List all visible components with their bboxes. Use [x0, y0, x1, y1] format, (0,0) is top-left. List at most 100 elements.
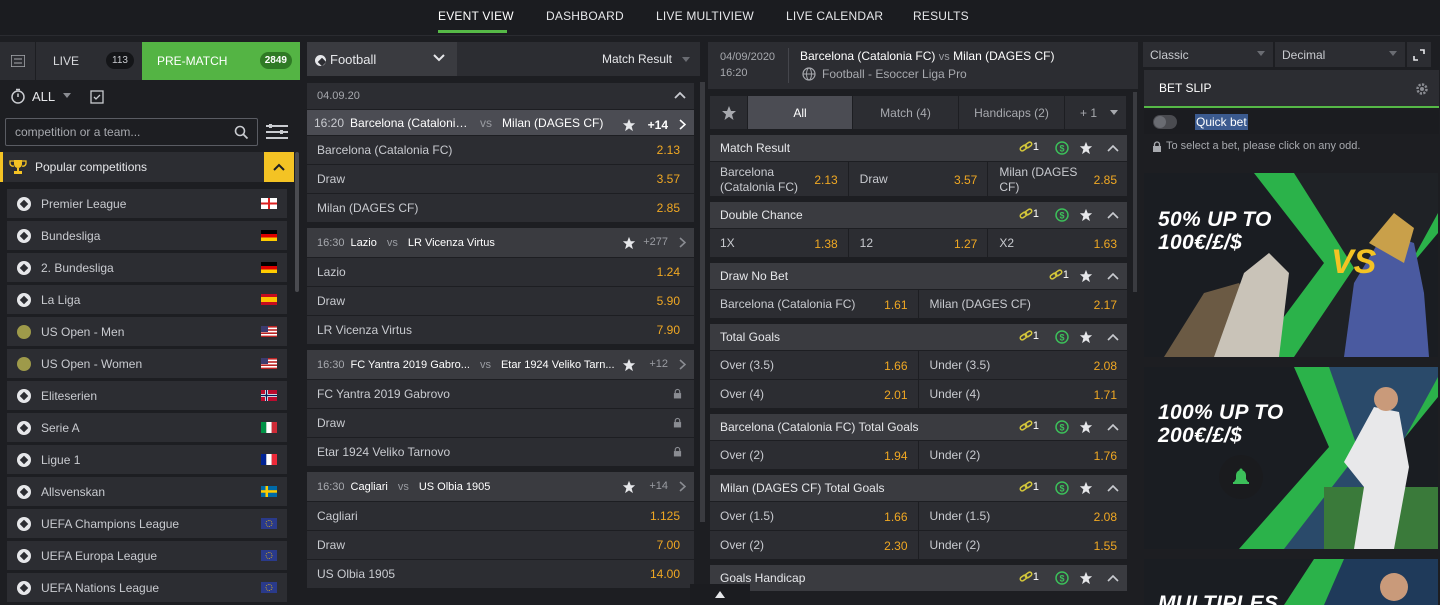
odds-value[interactable]: 3.57: [657, 172, 680, 186]
star-icon[interactable]: [1079, 420, 1093, 434]
market-header[interactable]: Double Chance 1 $: [710, 202, 1127, 228]
competition-item[interactable]: Ligue 1: [7, 445, 287, 474]
star-icon[interactable]: [1079, 330, 1093, 344]
chevron-up-icon[interactable]: [1107, 574, 1119, 582]
odds-value[interactable]: 2.85: [657, 201, 680, 215]
bet-builder-link-icon[interactable]: 1: [1019, 571, 1039, 583]
odds-button[interactable]: 1X 1.38: [710, 229, 849, 257]
odds-value[interactable]: 1.24: [657, 265, 680, 279]
competition-item[interactable]: UEFA Champions League: [7, 509, 287, 538]
tab-more[interactable]: + 1: [1065, 96, 1127, 129]
odds-button[interactable]: Draw 3.57: [849, 162, 989, 196]
scroll-to-top-button[interactable]: [690, 584, 750, 605]
odds-value[interactable]: 7.00: [657, 538, 680, 552]
odds-row[interactable]: Etar 1924 Veliko Tarnovo: [307, 438, 694, 466]
odds-button[interactable]: 12 1.27: [849, 229, 989, 257]
calendar-check-icon[interactable]: [90, 90, 104, 107]
event-header[interactable]: 16:30 Cagliari vs US Olbia 1905 +14: [307, 472, 694, 501]
more-markets-count[interactable]: +14: [649, 480, 668, 492]
odds-button[interactable]: Barcelona (Catalonia FC) 2.13: [710, 162, 849, 196]
competition-item[interactable]: Serie A: [7, 413, 287, 442]
competition-item[interactable]: 2. Bundesliga: [7, 253, 287, 282]
competition-item[interactable]: Premier League: [7, 189, 287, 218]
bet-builder-link-icon[interactable]: 1: [1019, 141, 1039, 153]
odds-button[interactable]: Under (1.5) 2.08: [919, 502, 1127, 530]
star-icon[interactable]: [622, 118, 636, 135]
bet-builder-link-icon[interactable]: 1: [1019, 330, 1039, 342]
odds-value[interactable]: 5.90: [657, 294, 680, 308]
odds-button[interactable]: Over (2) 2.30: [710, 531, 919, 559]
star-icon[interactable]: [622, 480, 636, 497]
tab-all[interactable]: All: [748, 96, 853, 129]
market-header[interactable]: Goals Handicap 1 $: [710, 565, 1127, 591]
odds-button[interactable]: Milan (DAGES CF) 2.85: [989, 162, 1128, 196]
competition-item[interactable]: Eliteserien: [7, 381, 287, 410]
competition-item[interactable]: US Open - Women: [7, 349, 287, 378]
promo-banner-2[interactable]: 100% UP TO 200€/£/$: [1144, 367, 1438, 549]
event-header[interactable]: 16:30 Lazio vs LR Vicenza Virtus +277: [307, 228, 694, 257]
tab-dashboard[interactable]: DASHBOARD: [546, 9, 624, 23]
star-icon[interactable]: [622, 358, 636, 375]
odds-button[interactable]: Over (2) 1.94: [710, 441, 919, 469]
date-group-header[interactable]: 04.09.20: [307, 83, 694, 109]
chevron-up-icon[interactable]: [1107, 484, 1119, 492]
live-tab[interactable]: LIVE 113: [36, 42, 142, 80]
star-icon[interactable]: [1079, 481, 1093, 495]
competition-item[interactable]: UEFA Europa League: [7, 541, 287, 570]
chevron-right-icon[interactable]: [679, 359, 687, 373]
odds-row[interactable]: Draw 3.57: [307, 165, 694, 193]
odds-button[interactable]: Over (1.5) 1.66: [710, 502, 919, 530]
odds-button[interactable]: X2 1.63: [989, 229, 1128, 257]
tab-match[interactable]: Match (4): [853, 96, 959, 129]
odds-format-select[interactable]: Decimal: [1275, 42, 1405, 67]
odds-button[interactable]: Milan (DAGES CF) 2.17: [919, 290, 1127, 318]
odds-button[interactable]: Under (2) 1.55: [919, 531, 1127, 559]
competition-item[interactable]: US Open - Men: [7, 317, 287, 346]
detail-scrollbar[interactable]: [1133, 92, 1137, 292]
tab-results[interactable]: RESULTS: [913, 9, 969, 23]
odds-row[interactable]: US Olbia 1905 14.00: [307, 560, 694, 588]
more-markets-count[interactable]: +277: [643, 236, 668, 248]
odds-button[interactable]: Barcelona (Catalonia FC) 1.61: [710, 290, 919, 318]
favourites-tab[interactable]: [710, 96, 748, 129]
competition-item[interactable]: UEFA Nations League: [7, 573, 287, 602]
tab-live-multiview[interactable]: LIVE MULTIVIEW: [656, 9, 754, 23]
event-header[interactable]: 16:30 FC Yantra 2019 Gabro... vs Etar 1924 …: [307, 350, 694, 379]
market-header[interactable]: Total Goals 1 $: [710, 324, 1127, 350]
chevron-up-icon[interactable]: [1107, 272, 1119, 280]
odds-row[interactable]: Milan (DAGES CF) 2.85: [307, 194, 694, 222]
more-markets-count[interactable]: +14: [648, 118, 668, 132]
odds-value[interactable]: 14.00: [650, 567, 680, 581]
market-select[interactable]: Match Result: [602, 52, 672, 66]
odds-button[interactable]: Under (3.5) 2.08: [919, 351, 1127, 379]
tab-live-calendar[interactable]: LIVE CALENDAR: [786, 9, 883, 23]
odds-value[interactable]: 1.125: [650, 509, 680, 523]
quick-bet-toggle[interactable]: [1153, 115, 1177, 129]
tab-handicaps[interactable]: Handicaps (2): [959, 96, 1065, 129]
star-icon[interactable]: [1079, 571, 1093, 585]
chevron-right-icon[interactable]: [679, 237, 687, 251]
bet-builder-link-icon[interactable]: 1: [1019, 420, 1039, 432]
competition-item[interactable]: La Liga: [7, 285, 287, 314]
odds-row[interactable]: FC Yantra 2019 Gabrovo: [307, 380, 694, 408]
chevron-right-icon[interactable]: [679, 481, 687, 495]
prematch-tab[interactable]: PRE-MATCH 2849: [142, 42, 300, 80]
collapse-toggle[interactable]: [264, 152, 294, 182]
odds-row[interactable]: Cagliari 1.125: [307, 502, 694, 530]
odds-button[interactable]: Under (4) 1.71: [919, 380, 1127, 408]
view-select[interactable]: Classic: [1143, 42, 1273, 67]
chevron-up-icon[interactable]: [1107, 423, 1119, 431]
chevron-right-icon[interactable]: [679, 119, 687, 133]
star-icon[interactable]: [1079, 208, 1093, 222]
odds-row[interactable]: Draw 5.90: [307, 287, 694, 315]
promo-banner-1[interactable]: VS 50% UP TO 100€/£/$: [1144, 173, 1438, 357]
events-scrollbar[interactable]: [700, 82, 705, 522]
chevron-up-icon[interactable]: [1107, 211, 1119, 219]
sport-select[interactable]: Football: [307, 42, 457, 76]
search-icon[interactable]: [234, 125, 249, 143]
market-header[interactable]: Match Result 1 $: [710, 135, 1127, 161]
popular-competitions-header[interactable]: Popular competitions: [0, 152, 294, 182]
bet-builder-link-icon[interactable]: 1: [1049, 269, 1069, 281]
odds-row[interactable]: Draw 7.00: [307, 531, 694, 559]
notification-bell-button[interactable]: [1219, 455, 1263, 499]
